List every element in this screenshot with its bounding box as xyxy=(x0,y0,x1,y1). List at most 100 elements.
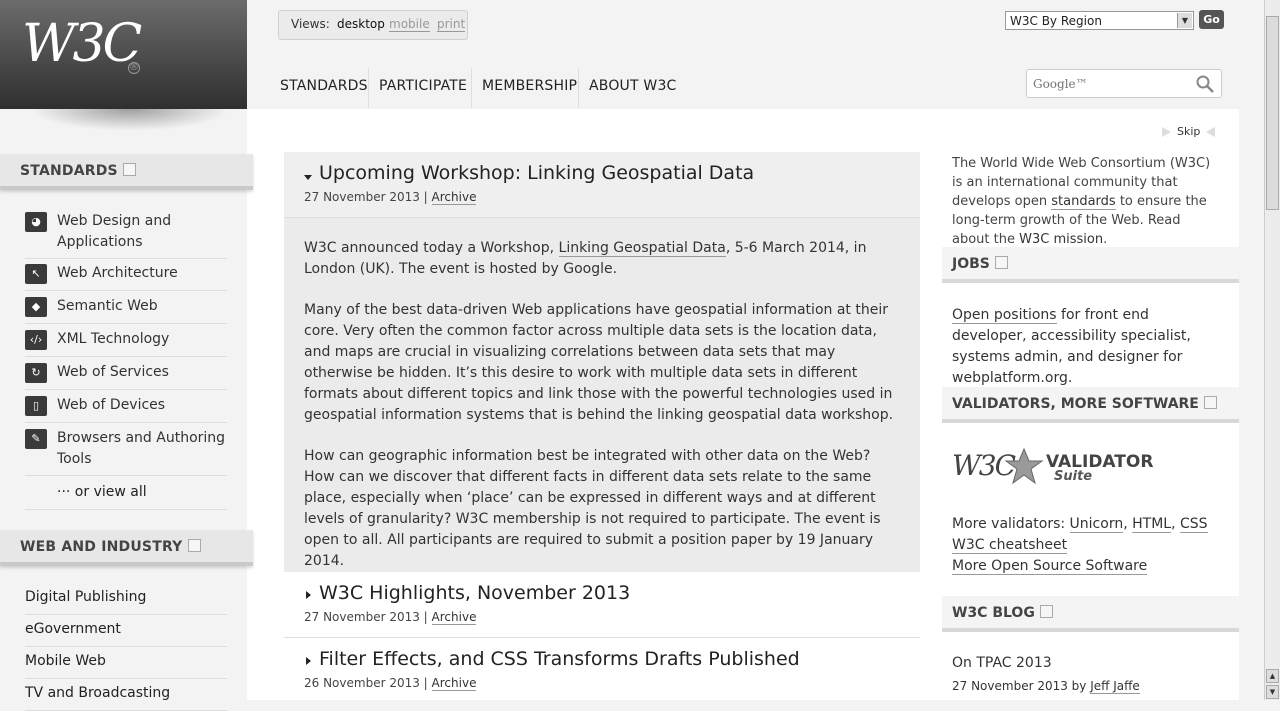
logo-text: W3C xyxy=(22,14,142,74)
sidebar-item-digital-publishing[interactable]: Digital Publishing xyxy=(25,586,227,615)
sidebar-standards-title: STANDARDS xyxy=(20,163,118,179)
go-button[interactable]: Go xyxy=(1199,10,1224,29)
sidebar-item-web-services[interactable]: ↻ Web of Services xyxy=(25,361,227,390)
design-icon: ◕ xyxy=(25,212,47,232)
featured-paragraph-1: W3C announced today a Workshop, Linking … xyxy=(304,240,867,277)
expand-box-icon[interactable] xyxy=(994,255,1008,269)
skip-control[interactable]: Skip xyxy=(1162,125,1216,138)
views-switcher: Views: desktop mobile print xyxy=(278,10,468,40)
region-select-value: W3C By Region xyxy=(1010,14,1102,28)
sidebar-view-all-link[interactable]: ··· or view all xyxy=(25,481,227,510)
nav-divider xyxy=(471,68,472,108)
blog-post: On TPAC 2013 xyxy=(952,653,1222,674)
jobs-header[interactable]: JOBS xyxy=(942,247,1239,283)
article-title[interactable]: Filter Effects, and CSS Transforms Draft… xyxy=(319,648,800,670)
archive-link[interactable]: Archive xyxy=(431,190,477,205)
archive-link[interactable]: Archive xyxy=(431,610,477,625)
linking-geospatial-link[interactable]: Linking Geospatial Data xyxy=(558,240,726,257)
view-print-link[interactable]: print xyxy=(437,17,466,32)
blog-post-link[interactable]: On TPAC 2013 xyxy=(952,655,1052,671)
open-positions-link[interactable]: Open positions xyxy=(952,307,1057,324)
w3c-mission-link[interactable]: W3C mission xyxy=(1019,232,1104,248)
validator-suite-logo[interactable]: W3C VALIDATOR Suite xyxy=(952,447,1153,489)
w3c-intro: The World Wide Web Consortium (W3C) is a… xyxy=(952,156,1211,248)
article-date: 27 November 2013 | xyxy=(304,610,432,624)
nav-standards[interactable]: STANDARDS xyxy=(280,78,368,94)
sidebar-standards-header[interactable]: STANDARDS xyxy=(0,154,253,190)
caret-right-icon[interactable] xyxy=(306,591,311,599)
standards-link[interactable]: standards xyxy=(1051,194,1116,210)
sidebar-item-web-design[interactable]: ◕ Web Design and Applications xyxy=(25,210,227,259)
validator-suite-text: Suite xyxy=(1054,469,1093,484)
w3c-logo[interactable]: W3C ® xyxy=(0,0,247,109)
blog-header[interactable]: W3C BLOG xyxy=(942,596,1239,632)
caret-right-icon[interactable] xyxy=(306,657,311,665)
sidebar-item-egovernment[interactable]: eGovernment xyxy=(25,618,227,647)
semantic-icon: ◆ xyxy=(25,297,47,317)
open-source-link[interactable]: More Open Source Software xyxy=(952,558,1148,575)
scroll-up-icon[interactable]: ▲ xyxy=(1266,669,1279,683)
nav-participate[interactable]: PARTICIPATE xyxy=(379,78,467,94)
blog-title: W3C BLOG xyxy=(952,605,1035,621)
view-mobile-link[interactable]: mobile xyxy=(389,17,430,32)
architecture-icon: ↖ xyxy=(25,264,47,284)
chevron-down-icon[interactable]: ▼ xyxy=(1177,13,1192,28)
archive-link[interactable]: Archive xyxy=(431,676,477,691)
scroll-thumb[interactable] xyxy=(1266,16,1279,210)
sidebar-industry-header[interactable]: WEB AND INDUSTRY xyxy=(0,530,253,566)
validators-title: VALIDATORS, MORE SOFTWARE xyxy=(952,396,1199,412)
html-validator-link[interactable]: HTML xyxy=(1132,516,1172,533)
search-input[interactable] xyxy=(1031,74,1185,94)
views-label: Views: xyxy=(291,17,330,31)
skip-label: Skip xyxy=(1177,125,1201,138)
caret-down-icon[interactable] xyxy=(304,175,312,180)
browsers-icon: ✎ xyxy=(25,429,47,449)
sidebar-item-semantic-web[interactable]: ◆ Semantic Web xyxy=(25,295,227,324)
validator-star-icon xyxy=(1004,447,1044,485)
blog-post-meta: 27 November 2013 by Jeff Jaffe xyxy=(952,679,1140,694)
featured-paragraph-3: How can geographic information best be i… xyxy=(304,448,881,569)
vertical-scrollbar[interactable]: ▲ ▼ xyxy=(1264,0,1280,700)
search-icon[interactable] xyxy=(1195,74,1215,94)
validators-links: More validators: Unicorn, HTML, CSS W3C … xyxy=(952,516,1208,575)
jobs-title: JOBS xyxy=(952,256,990,272)
nav-divider xyxy=(368,68,369,108)
sidebar-item-tv-broadcasting[interactable]: TV and Broadcasting xyxy=(25,682,227,711)
view-desktop[interactable]: desktop xyxy=(337,17,385,31)
blog-author-link[interactable]: Jeff Jaffe xyxy=(1090,679,1140,694)
region-select[interactable]: W3C By Region ▼ xyxy=(1005,11,1194,30)
css-validator-link[interactable]: CSS xyxy=(1179,516,1208,533)
jobs-text: Open positions for front end developer, … xyxy=(952,307,1191,386)
featured-article: Upcoming Workshop: Linking Geospatial Da… xyxy=(284,152,920,572)
scroll-down-icon[interactable]: ▼ xyxy=(1266,685,1279,699)
back-icon xyxy=(1206,127,1216,137)
article-date: 26 November 2013 | xyxy=(304,676,432,690)
devices-icon: ▯ xyxy=(25,396,47,416)
cheatsheet-link[interactable]: W3C cheatsheet xyxy=(952,537,1068,554)
featured-article-date: 27 November 2013 | xyxy=(304,190,432,204)
nav-membership[interactable]: MEMBERSHIP xyxy=(482,78,577,94)
sidebar-item-xml[interactable]: ‹/› XML Technology xyxy=(25,328,227,357)
nav-about[interactable]: ABOUT W3C xyxy=(589,78,677,94)
expand-box-icon[interactable] xyxy=(1203,395,1217,409)
featured-paragraph-2: Many of the best data-driven Web applica… xyxy=(304,302,894,423)
registered-icon: ® xyxy=(128,62,140,74)
nav-divider xyxy=(578,68,579,108)
expand-box-icon[interactable] xyxy=(187,538,201,552)
sidebar-item-web-architecture[interactable]: ↖ Web Architecture xyxy=(25,262,227,291)
sidebar-industry-title: WEB AND INDUSTRY xyxy=(20,539,183,555)
sidebar-item-browsers[interactable]: ✎ Browsers and Authoring Tools xyxy=(25,427,227,476)
sidebar-item-mobile-web[interactable]: Mobile Web xyxy=(25,650,227,679)
validators-header[interactable]: VALIDATORS, MORE SOFTWARE xyxy=(942,387,1239,423)
article-title[interactable]: W3C Highlights, November 2013 xyxy=(319,582,630,604)
featured-article-title[interactable]: Upcoming Workshop: Linking Geospatial Da… xyxy=(319,162,754,184)
xml-icon: ‹/› xyxy=(25,330,47,350)
article-item: Filter Effects, and CSS Transforms Draft… xyxy=(284,638,920,700)
sidebar-item-web-devices[interactable]: ▯ Web of Devices xyxy=(25,394,227,423)
search-box[interactable] xyxy=(1026,69,1222,98)
services-icon: ↻ xyxy=(25,363,47,383)
expand-box-icon[interactable] xyxy=(122,162,136,176)
unicorn-link[interactable]: Unicorn xyxy=(1069,516,1124,533)
featured-article-header: Upcoming Workshop: Linking Geospatial Da… xyxy=(284,152,920,218)
expand-box-icon[interactable] xyxy=(1039,604,1053,618)
